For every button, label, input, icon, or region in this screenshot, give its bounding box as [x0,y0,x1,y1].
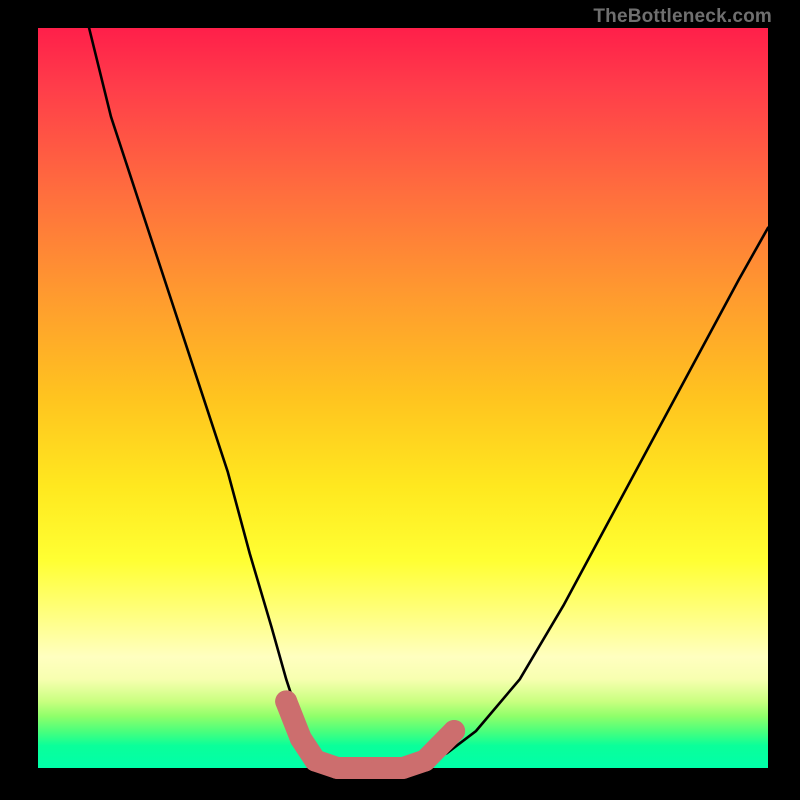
bottleneck-curve [89,28,768,768]
highlight-dot [392,757,414,779]
highlight-dot [370,757,392,779]
highlight-dot [304,750,326,772]
highlight-dot [443,720,465,742]
chart-frame: TheBottleneck.com [0,0,800,800]
highlight-dot [290,727,312,749]
chart-overlay [38,28,768,768]
highlight-dot [275,690,297,712]
highlight-markers [275,690,465,779]
highlight-dot [348,757,370,779]
highlight-dot [326,757,348,779]
watermark-text: TheBottleneck.com [593,6,772,28]
